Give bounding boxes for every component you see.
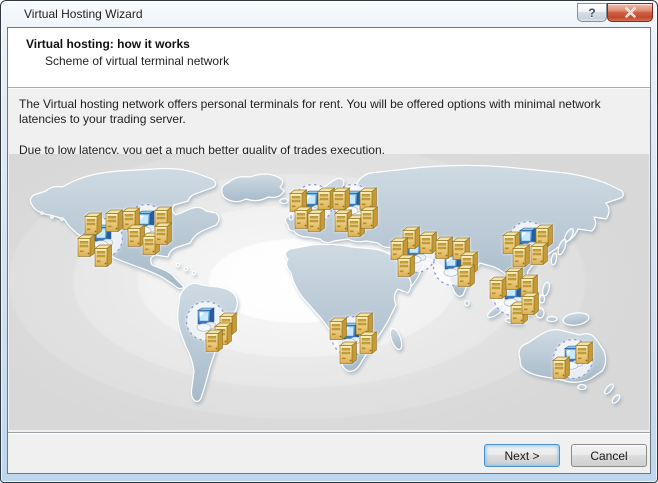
server-icon	[531, 243, 548, 265]
island-new-guinea	[562, 311, 589, 327]
network-map	[26, 161, 638, 429]
server-icon	[458, 265, 475, 287]
server-icon	[361, 207, 378, 229]
titlebar[interactable]: Virtual Hosting Wizard ?	[1, 1, 657, 27]
server-icon	[330, 318, 347, 340]
server-icon	[78, 235, 95, 257]
close-icon	[625, 7, 636, 18]
server-icon	[420, 232, 437, 254]
server-icon	[333, 188, 350, 210]
island-madagascar	[388, 327, 404, 351]
server-icon	[356, 313, 373, 335]
island-caribbean-1	[177, 264, 180, 267]
server-icon	[318, 188, 335, 210]
server-icon	[576, 342, 593, 364]
server-icon	[490, 277, 507, 299]
dialog-content: Virtual hosting: how it works Scheme of …	[7, 27, 651, 474]
island-aleutian-2	[51, 216, 53, 218]
wizard-header: Virtual hosting: how it works Scheme of …	[8, 28, 650, 88]
help-icon: ?	[588, 6, 595, 20]
description-paragraph: The Virtual hosting network offers perso…	[19, 97, 641, 127]
server-icon	[128, 225, 145, 247]
island-sri-lanka	[465, 301, 469, 306]
help-button[interactable]: ?	[577, 3, 607, 22]
island-iceland	[280, 199, 288, 204]
island-timor	[547, 317, 557, 322]
server-icon	[360, 188, 377, 210]
screen: Virtual Hosting Wizard ? Virtual hosting…	[0, 0, 658, 483]
island-philippines-2	[540, 295, 545, 303]
window-title: Virtual Hosting Wizard	[24, 7, 143, 21]
server-icon	[360, 332, 377, 354]
island-japan-3	[550, 253, 557, 266]
server-icon	[308, 210, 325, 232]
server-icon	[513, 245, 530, 267]
server-icon	[553, 357, 570, 379]
server-icon	[106, 210, 123, 232]
server-icon	[95, 245, 112, 267]
server-cluster	[330, 313, 377, 364]
server-icon	[155, 223, 172, 245]
server-icon	[85, 213, 102, 235]
island-caribbean-3	[193, 272, 196, 275]
server-icon	[206, 330, 223, 352]
button-row: Next > Cancel	[8, 432, 650, 473]
island-philippines-1	[541, 281, 550, 296]
continent-greenland	[222, 174, 284, 202]
server-icon	[506, 268, 523, 290]
island-ireland	[289, 214, 293, 220]
island-new-zealand-1	[603, 383, 615, 395]
island-aleutian-3	[61, 218, 63, 220]
wizard-step-subtitle: Scheme of virtual terminal network	[45, 54, 229, 68]
island-tasmania	[578, 385, 586, 390]
world-map	[9, 154, 649, 430]
island-new-zealand-2	[611, 394, 621, 405]
server-icon	[436, 237, 453, 259]
next-button[interactable]: Next >	[484, 444, 560, 467]
close-button[interactable]	[607, 3, 653, 22]
server-cluster	[333, 185, 378, 237]
virtual-hosting-wizard-dialog: Virtual Hosting Wizard ? Virtual hosting…	[0, 0, 658, 483]
server-icon	[340, 342, 357, 364]
wizard-step-title: Virtual hosting: how it works	[26, 37, 190, 51]
server-icon	[522, 293, 539, 315]
cancel-button[interactable]: Cancel	[571, 444, 647, 467]
server-cluster	[553, 340, 593, 379]
description-text: The Virtual hosting network offers perso…	[19, 89, 641, 158]
server-cluster	[490, 268, 539, 324]
server-icon	[398, 255, 415, 277]
island-aleutian-1	[41, 212, 43, 214]
island-caribbean-2	[185, 268, 188, 271]
